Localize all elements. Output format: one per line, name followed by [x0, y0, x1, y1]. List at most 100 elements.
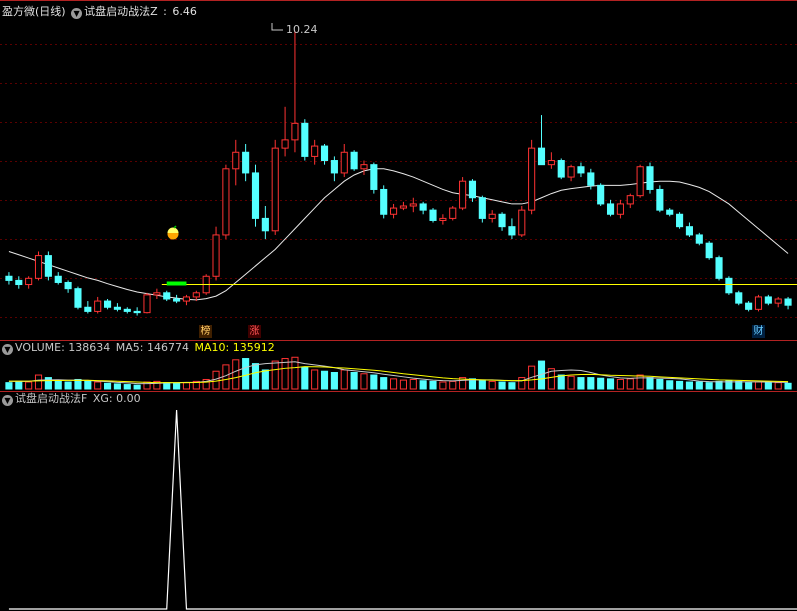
candle [656, 185, 664, 213]
candle [478, 195, 486, 223]
candle [468, 179, 477, 202]
volume-bar [271, 360, 279, 390]
stock-chart-window[interactable]: 10.24 [0, 0, 797, 611]
volume-bar [25, 381, 33, 390]
volume-bar [103, 382, 112, 390]
candle [242, 144, 250, 182]
indicator-value: 6.46 [172, 5, 197, 18]
volume-bar [656, 378, 664, 390]
chevron-down-icon[interactable]: ▼ [71, 8, 83, 19]
volume-bar [330, 372, 338, 390]
candle [646, 162, 654, 194]
candle [311, 139, 319, 165]
volume-bar [754, 381, 763, 390]
chevron-down-icon[interactable]: ▼ [2, 344, 13, 355]
candle [113, 303, 121, 312]
volume-bar [173, 382, 181, 390]
volume-bar [301, 366, 309, 390]
volume-bar [498, 381, 506, 390]
volume-bar [370, 374, 378, 390]
candlestick-series[interactable] [5, 30, 792, 316]
volume-bar [764, 382, 772, 390]
candle [44, 251, 52, 281]
indicator-name: 试盘启动战法Z [84, 5, 158, 18]
volume-bar [350, 372, 358, 390]
candle [774, 296, 782, 308]
signal-line [8, 409, 797, 610]
candle [537, 115, 546, 166]
volume-label: VOLUME: 138634 [15, 341, 111, 354]
volume-bar [261, 369, 269, 390]
volume-bar [212, 370, 220, 390]
candle [222, 164, 230, 240]
candle [153, 288, 161, 299]
badge-rank[interactable]: 榜 [199, 325, 212, 338]
volume-bar [646, 377, 654, 390]
candle [459, 177, 467, 211]
candle [64, 280, 72, 293]
candle [5, 272, 13, 285]
volume-panel-header: ▼ VOLUME: 138634 MA5: 146774 MA10: 135912 [2, 340, 277, 356]
badge-finance[interactable]: 财 [752, 325, 765, 338]
volume-bar [133, 384, 141, 390]
volume-bar [320, 370, 329, 390]
peak-price-label: 10.24 [286, 23, 318, 36]
volume-bar [123, 384, 131, 390]
candle [616, 199, 624, 219]
candle [182, 294, 191, 306]
candle [281, 106, 289, 157]
volume-bar [311, 369, 319, 390]
chevron-down-icon[interactable]: ▼ [2, 395, 13, 406]
badge-limit-up[interactable]: 涨 [248, 325, 261, 338]
ma-polyline [8, 168, 789, 301]
candle [143, 292, 151, 314]
volume-bar [745, 382, 753, 390]
price-ma-line [8, 168, 789, 301]
candle [764, 294, 772, 306]
volume-bar [163, 382, 171, 390]
volume-bar [557, 374, 565, 390]
volume-bar [74, 378, 82, 390]
candle [557, 158, 565, 180]
volume-bars[interactable] [5, 356, 792, 390]
candle [25, 276, 33, 289]
candle [508, 218, 516, 240]
candle [606, 199, 615, 217]
volume-bar [616, 378, 624, 390]
candle [370, 162, 378, 194]
volume-bar [390, 378, 398, 390]
candle [54, 272, 62, 285]
volume-bar [360, 373, 368, 390]
volume-bar [518, 377, 526, 390]
candle [498, 212, 506, 231]
volume-bar [606, 378, 615, 390]
candle [380, 185, 388, 219]
candle [340, 144, 348, 178]
volume-bar [94, 381, 102, 390]
candle [173, 294, 181, 304]
volume-bar [705, 382, 713, 390]
volume-bar [64, 381, 72, 390]
candle [84, 301, 92, 314]
stock-title: 盈方微(日线) [2, 5, 66, 18]
candle [705, 241, 713, 260]
candle [636, 164, 644, 198]
candle [666, 208, 674, 217]
candle [695, 232, 703, 246]
candle [330, 156, 338, 182]
candle [350, 150, 358, 171]
signal-indicator-name: 试盘启动战法F [15, 392, 88, 405]
volume-bar [232, 359, 240, 390]
volume-bar [577, 377, 585, 390]
candle [360, 160, 368, 175]
candle [577, 162, 585, 178]
candle [547, 152, 555, 169]
volume-bar [380, 377, 388, 390]
volume-bar [784, 382, 792, 390]
volume-bar [597, 377, 605, 390]
candle [94, 296, 102, 314]
candle [429, 208, 437, 223]
volume-ma5-label: MA5: 146774 [115, 341, 189, 354]
candle [123, 307, 131, 314]
candle [449, 206, 457, 221]
